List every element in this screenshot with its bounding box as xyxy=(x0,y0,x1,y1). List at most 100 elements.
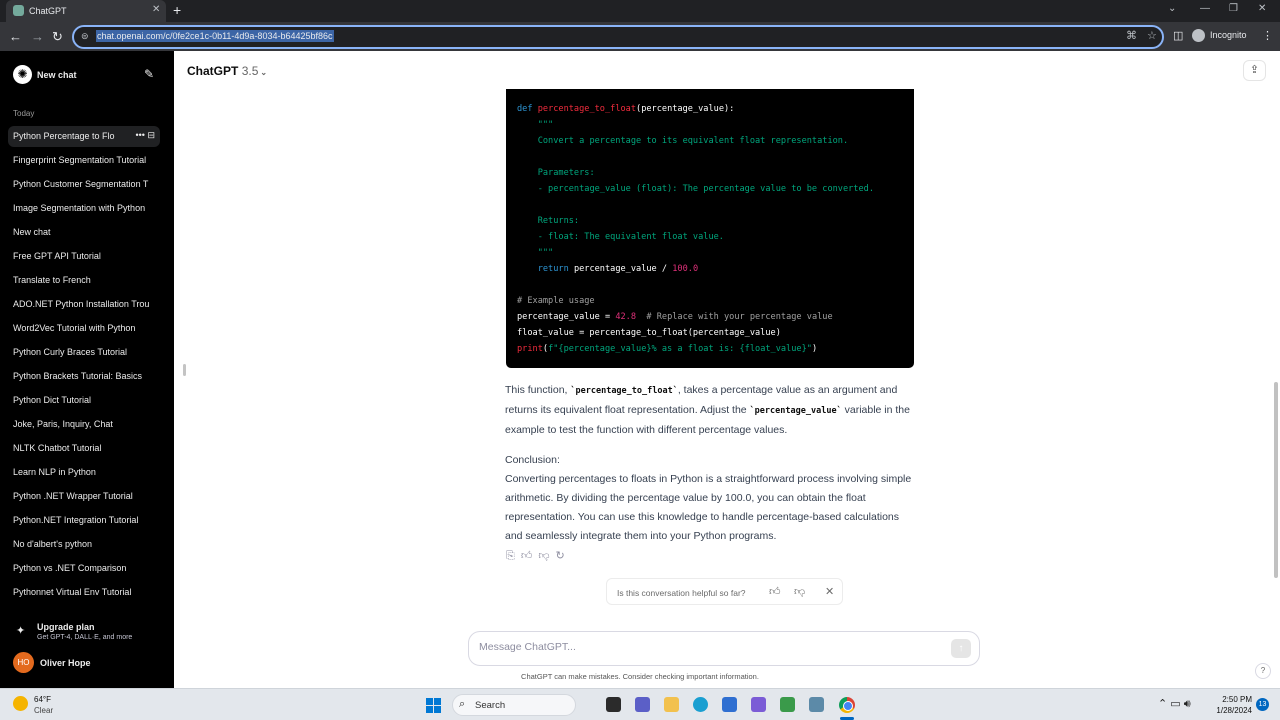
bookmark-star-icon[interactable]: ☆ xyxy=(1147,29,1157,42)
edge-icon[interactable] xyxy=(693,697,708,712)
openai-logo-icon[interactable]: ✺ xyxy=(13,65,32,84)
sidebar-history-item[interactable]: Image Segmentation with Python xyxy=(8,198,160,219)
code-line: """ xyxy=(537,248,554,258)
thumbs-up-icon[interactable]: 👍︎ xyxy=(521,550,533,562)
code-line: Returns: xyxy=(537,216,580,226)
side-panel-icon[interactable]: ◫ xyxy=(1173,29,1183,42)
model-version: 3.5 xyxy=(241,64,259,78)
reload-icon[interactable]: ↻ xyxy=(52,29,63,45)
taskbar-search[interactable]: ⌕ Search xyxy=(452,694,576,716)
scrollbar[interactable] xyxy=(1274,382,1278,578)
chevron-down-icon: ⌄ xyxy=(260,68,268,77)
history-item-label: Learn NLP in Python xyxy=(13,467,96,477)
profile-label: Incognito xyxy=(1210,29,1247,40)
windows-start-icon[interactable] xyxy=(426,698,441,713)
back-icon[interactable]: ← xyxy=(9,29,22,44)
sidebar-history-item[interactable]: Python Curly Braces Tutorial xyxy=(8,342,160,363)
code-line: def percentage_to_float(percentage_value… xyxy=(517,104,735,114)
sidebar-history-item[interactable]: No d'albert's python xyxy=(8,534,160,555)
incognito-blocked-icon[interactable]: ⌘ xyxy=(1126,29,1137,42)
history-item-label: Python vs .NET Comparison xyxy=(13,563,127,573)
app-icon[interactable] xyxy=(809,697,824,712)
task-view-icon[interactable] xyxy=(606,697,621,712)
archive-icon[interactable]: ⊟ xyxy=(145,130,155,140)
sidebar-history-item[interactable]: Python.NET Integration Tutorial xyxy=(8,510,160,531)
sidebar-history-item[interactable]: New chat xyxy=(8,222,160,243)
send-button[interactable]: ↑ xyxy=(951,639,971,658)
address-bar[interactable]: ⊜ chat.openai.com/c/0fe2ce1c-0b11-4d9a-8… xyxy=(72,25,1164,49)
message-input[interactable] xyxy=(479,641,929,653)
sidebar-history-item[interactable]: Python Percentage to Flo ••• ⊟ xyxy=(8,126,160,147)
history-item-label: Pythonnet Virtual Env Tutorial xyxy=(13,587,132,597)
notification-badge[interactable]: 13 xyxy=(1256,698,1269,711)
inline-code: `percentage_value` xyxy=(749,406,842,416)
clock-date: 1/28/2024 xyxy=(1216,706,1252,715)
incognito-icon xyxy=(1192,29,1205,42)
sidebar-history-item[interactable]: Python Brackets Tutorial: Basics xyxy=(8,366,160,387)
history-item-label: Python .NET Wrapper Tutorial xyxy=(13,491,133,501)
clock[interactable]: 2:50 PM 1/28/2024 xyxy=(1214,694,1252,716)
sidebar-history-item[interactable]: Python vs .NET Comparison xyxy=(8,558,160,579)
app-icon[interactable] xyxy=(751,697,766,712)
history-item-label: Joke, Paris, Inquiry, Chat xyxy=(13,419,113,429)
regenerate-icon[interactable]: ↻ xyxy=(555,550,564,562)
code-line: """ xyxy=(537,120,554,130)
history-item-label: ADO.NET Python Installation Trou xyxy=(13,299,150,309)
sidebar-history-item[interactable]: ADO.NET Python Installation Trou xyxy=(8,294,160,315)
upgrade-plan-button[interactable]: ✦ Upgrade plan Get GPT-4, DALL·E, and mo… xyxy=(0,619,174,647)
new-tab-icon[interactable]: + xyxy=(173,2,181,18)
thumbs-up-icon[interactable]: 👍︎ xyxy=(769,585,781,598)
url-text[interactable]: chat.openai.com/c/0fe2ce1c-0b11-4d9a-803… xyxy=(96,30,334,42)
notepad-icon[interactable] xyxy=(780,697,795,712)
teams-chat-icon[interactable] xyxy=(635,697,650,712)
tab-title: ChatGPT xyxy=(29,6,67,16)
chrome-icon[interactable] xyxy=(839,697,855,713)
sidebar-history-item[interactable]: Learn NLP in Python xyxy=(8,462,160,483)
browser-tab[interactable]: ChatGPT ✕ xyxy=(6,0,166,22)
thumbs-down-icon[interactable]: 👎︎ xyxy=(794,585,805,598)
system-tray[interactable]: ⌃ ▭ 🔊︎ xyxy=(1158,697,1191,711)
code-line: print(f"{percentage_value}% as a float i… xyxy=(517,344,818,354)
sidebar-history-item[interactable]: Python Customer Segmentation T xyxy=(8,174,160,195)
history-item-label: Translate to French xyxy=(13,275,91,285)
incognito-profile[interactable]: Incognito xyxy=(1192,29,1247,42)
menu-icon[interactable]: ⋮ xyxy=(1262,29,1273,42)
model-selector[interactable]: ChatGPT 3.5 ⌄ xyxy=(187,64,267,78)
avatar: HO xyxy=(13,652,34,673)
sidebar-history-item[interactable]: Python Dict Tutorial xyxy=(8,390,160,411)
tab-search-icon[interactable]: ⌄ xyxy=(1168,3,1176,14)
share-button[interactable]: ⇪ xyxy=(1243,60,1266,81)
site-info-icon[interactable]: ⊜ xyxy=(81,31,89,42)
sidebar-history-item[interactable]: Pythonnet Virtual Env Tutorial xyxy=(8,582,160,603)
file-explorer-icon[interactable] xyxy=(664,697,679,712)
sidebar-history-item[interactable]: Fingerprint Segmentation Tutorial xyxy=(8,150,160,171)
sidebar-history-item[interactable]: NLTK Chatbot Tutorial xyxy=(8,438,160,459)
sidebar-history-item[interactable]: Word2Vec Tutorial with Python xyxy=(8,318,160,339)
feedback-question: Is this conversation helpful so far? xyxy=(617,588,746,598)
close-window-icon[interactable]: ✕ xyxy=(1258,3,1266,14)
copy-icon[interactable]: ⎘ xyxy=(506,550,515,562)
sidebar-history-item[interactable]: Free GPT API Tutorial xyxy=(8,246,160,267)
sidebar-history-item[interactable]: Translate to French xyxy=(8,270,160,291)
help-button[interactable]: ? xyxy=(1255,663,1271,679)
forward-icon[interactable]: → xyxy=(31,29,44,44)
code-line: float_value = percentage_to_float(percen… xyxy=(517,328,781,338)
new-chat-button[interactable]: New chat xyxy=(37,70,77,80)
sidebar-history-item[interactable]: Python .NET Wrapper Tutorial xyxy=(8,486,160,507)
close-tab-icon[interactable]: ✕ xyxy=(152,4,160,15)
message-actions: ⎘ 👍︎ 👎︎ ↻ xyxy=(506,549,571,563)
sidebar-toggle-handle[interactable] xyxy=(183,364,186,376)
maximize-icon[interactable]: ❐ xyxy=(1229,3,1238,14)
minimize-icon[interactable]: — xyxy=(1200,3,1210,14)
search-icon: ⌕ xyxy=(459,698,466,710)
history-item-label: Python Curly Braces Tutorial xyxy=(13,347,128,357)
history-item-label: Python Percentage to Flo xyxy=(13,131,115,141)
store-icon[interactable] xyxy=(722,697,737,712)
compose-icon[interactable]: ✎ xyxy=(144,67,154,81)
thumbs-down-icon[interactable]: 👎︎ xyxy=(538,550,549,562)
close-icon[interactable]: ✕ xyxy=(825,585,834,598)
history-item-label: No d'albert's python xyxy=(13,539,92,549)
sidebar-history-item[interactable]: Joke, Paris, Inquiry, Chat xyxy=(8,414,160,435)
more-options-icon[interactable]: ••• xyxy=(136,130,145,140)
